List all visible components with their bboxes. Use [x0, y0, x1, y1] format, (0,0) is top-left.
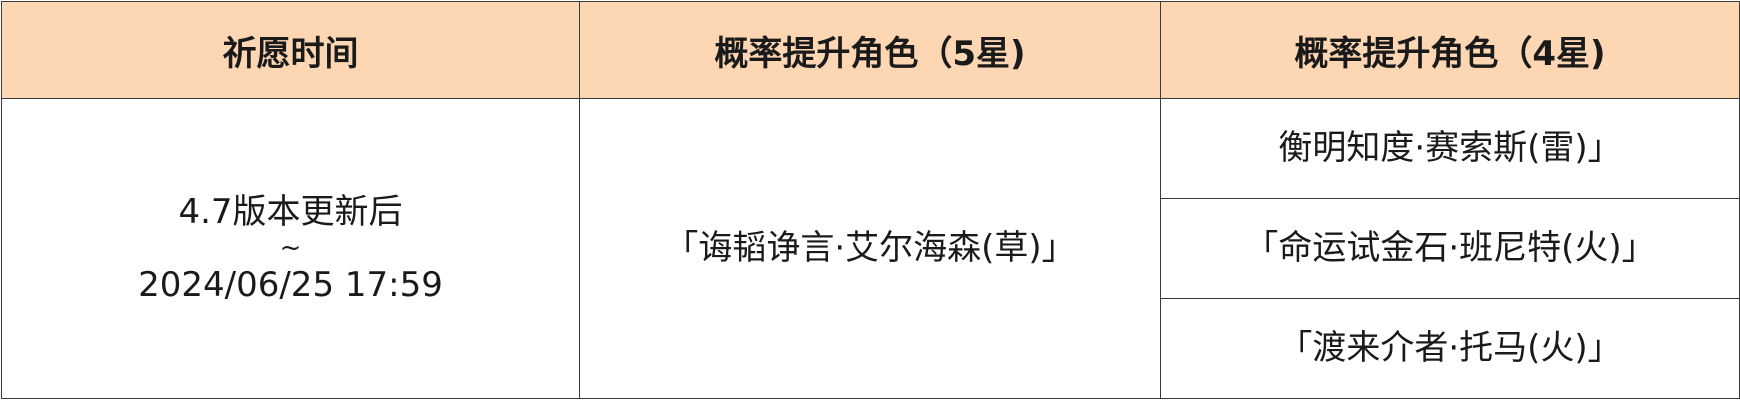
wish-end-text: 2024/06/25 17:59 — [138, 264, 443, 305]
wish-banner-table: 祈愿时间 概率提升角色（5星) 概率提升角色（4星) 4.7版本更新后 ~ 20… — [1, 1, 1740, 399]
header-five-star: 概率提升角色（5星) — [579, 1, 1161, 99]
header-four-star: 概率提升角色（4星) — [1160, 1, 1740, 99]
four-star-character-3: 「渡来介者·托马(火)」 — [1160, 298, 1740, 399]
four-star-character-1: 衡明知度·赛索斯(雷)」 — [1160, 98, 1740, 199]
four-star-character-2: 「命运试金石·班尼特(火)」 — [1160, 198, 1740, 299]
wish-start-text: 4.7版本更新后 — [178, 192, 403, 233]
wish-time-separator: ~ — [279, 233, 302, 264]
table-header-row: 祈愿时间 概率提升角色（5星) 概率提升角色（4星) — [1, 1, 1740, 99]
five-star-character-cell: 「诲韬诤言·艾尔海森(草)」 — [579, 98, 1161, 399]
table-row: 4.7版本更新后 ~ 2024/06/25 17:59 「诲韬诤言·艾尔海森(草… — [1, 98, 1740, 399]
header-wish-time: 祈愿时间 — [1, 1, 580, 99]
wish-time-cell: 4.7版本更新后 ~ 2024/06/25 17:59 — [1, 98, 580, 399]
